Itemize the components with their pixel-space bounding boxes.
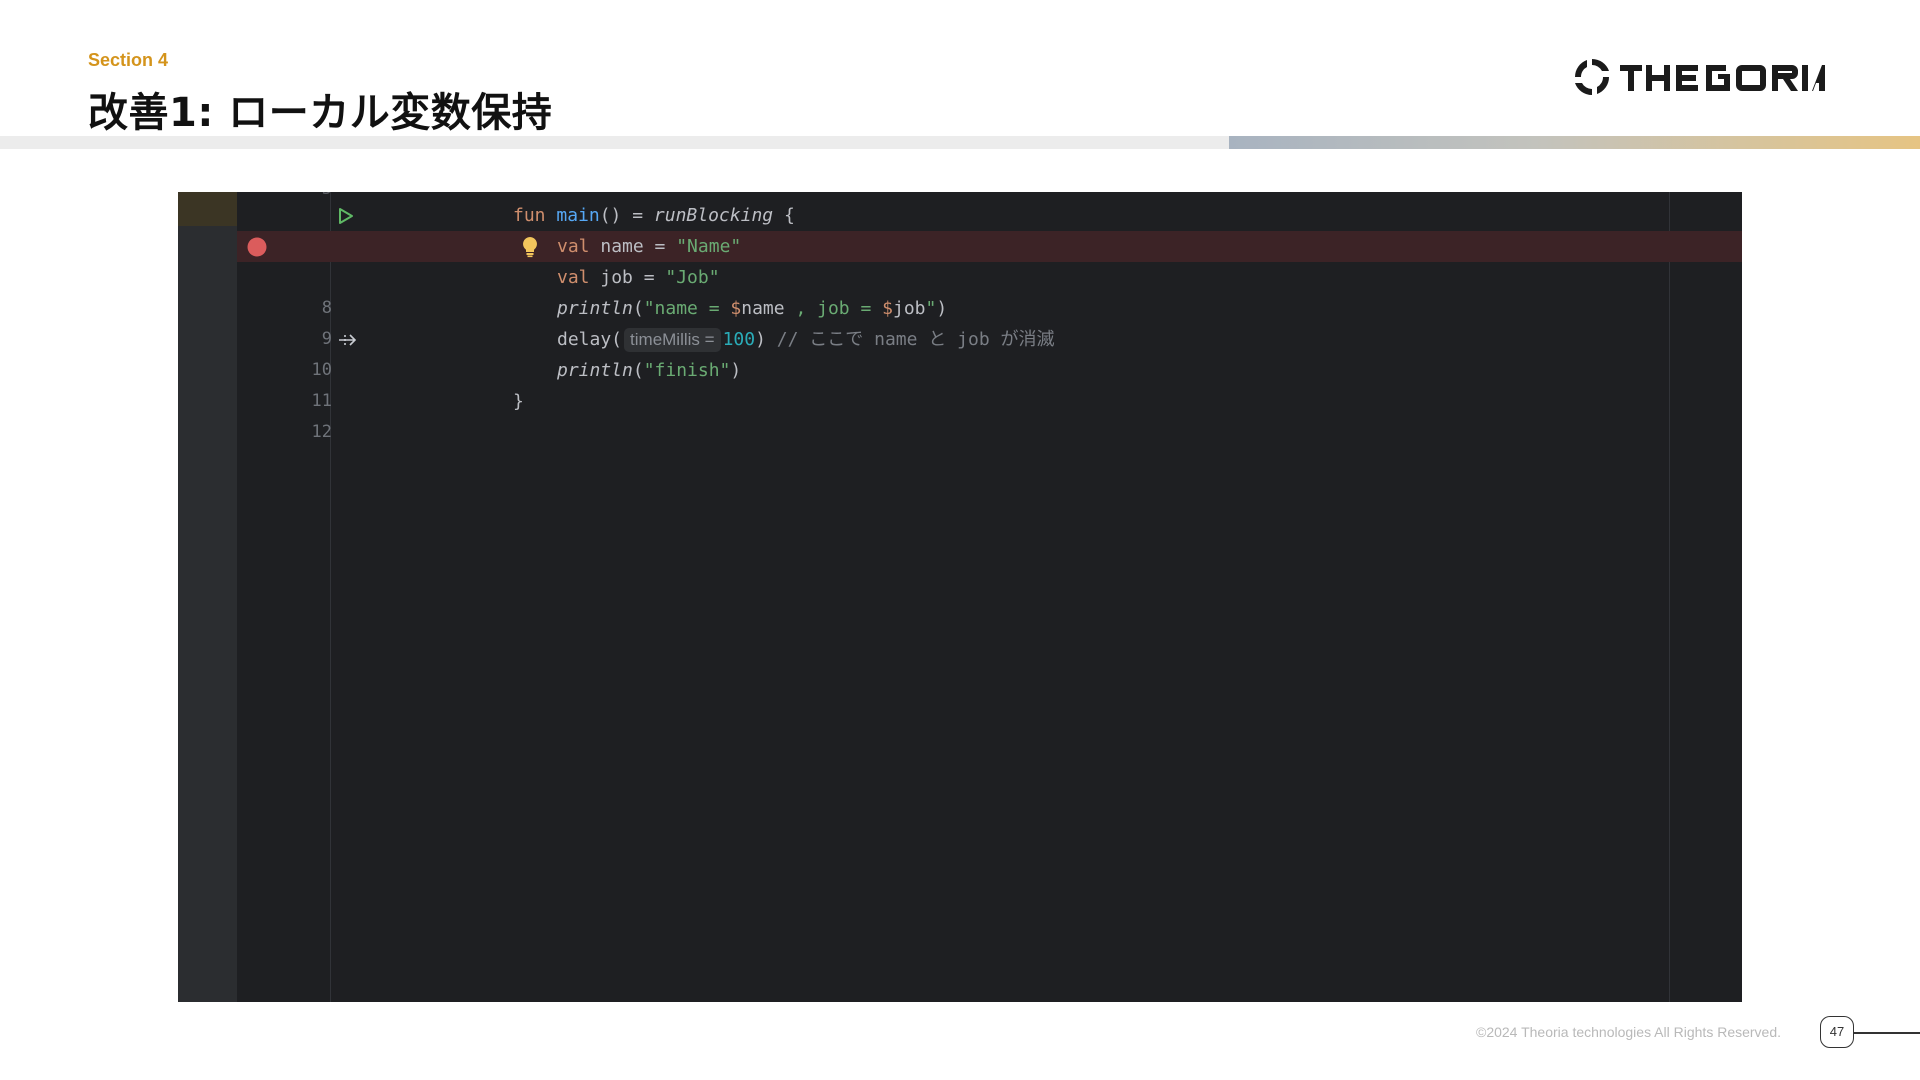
breakpoint-icon[interactable]: [247, 231, 267, 262]
parameter-hint: timeMillis =: [624, 328, 721, 352]
code-line-10: 10 delay(timeMillis = 100) // ここで name と …: [237, 324, 1742, 380]
code-line-6: 6 fun main() = runBlocking {: [237, 200, 1742, 256]
line-number: 12: [311, 422, 332, 442]
copyright-text: ©2024 Theoria technologies All Rights Re…: [1476, 1024, 1782, 1040]
header-divider-bar: [0, 136, 1920, 149]
code-text: val name = "Name": [557, 236, 742, 257]
code-line-9: 9 println("name = $name , job = $job"): [237, 293, 1742, 349]
section-label: Section 4: [88, 50, 169, 70]
lightbulb-icon[interactable]: [522, 231, 538, 262]
code-line-7: val name = "Name": [237, 231, 1742, 262]
page-number-line: [1854, 1032, 1920, 1034]
step-into-icon[interactable]: [337, 324, 359, 355]
code-text: val job = "Job": [557, 267, 720, 288]
run-icon[interactable]: [337, 200, 355, 231]
slide-title: 改善1: ローカル変数保持: [88, 90, 553, 136]
code-line-8: 8 val job = "Job": [237, 262, 1742, 318]
code-line-11: 11 println("finish"): [237, 355, 1742, 411]
editor-tool-strip-active: [178, 192, 237, 226]
code-editor-screenshot: 5 6 fun main() = runBlocking { val name …: [178, 192, 1742, 1002]
code-text: println("name = $name , job = $job"): [557, 298, 948, 319]
code-text: println("finish"): [557, 360, 742, 381]
editor-tool-strip: [178, 192, 237, 1002]
page-number: 47: [1820, 1016, 1854, 1048]
code-line-12: 12 }: [237, 386, 1742, 442]
theoria-logo: [1575, 58, 1825, 96]
code-text: fun main() = runBlocking {: [513, 205, 795, 226]
code-text: delay(timeMillis = 100) // ここで name と job…: [557, 328, 1055, 352]
code-text: }: [513, 391, 524, 412]
